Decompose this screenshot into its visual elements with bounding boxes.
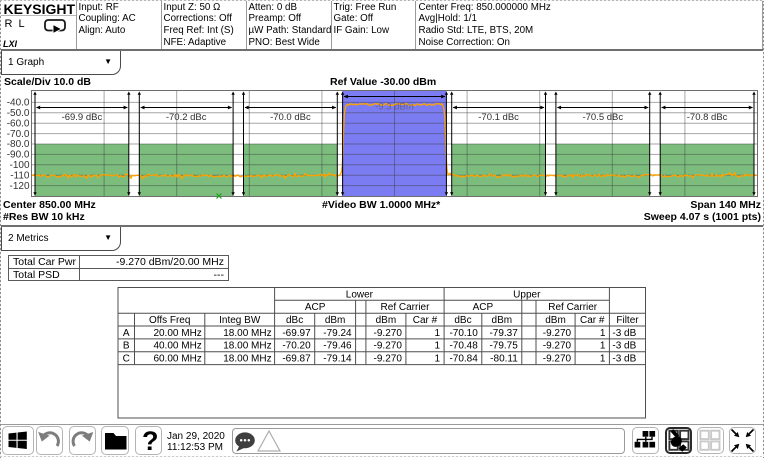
svg-text:dBc: dBc	[454, 315, 471, 326]
svg-text:Ref Carrier: Ref Carrier	[548, 302, 598, 313]
svg-text:B: B	[123, 341, 130, 352]
svg-text:1: 1	[600, 328, 606, 339]
svg-text:Lower: Lower	[346, 289, 374, 300]
svg-text:-70.84: -70.84	[449, 354, 478, 365]
svg-text:18.00 MHz: 18.00 MHz	[223, 341, 271, 352]
svg-text:-69.97: -69.97	[282, 328, 311, 339]
svg-text:-80.11: -80.11	[490, 354, 518, 365]
svg-text:-9.270: -9.270	[543, 354, 572, 365]
svg-text:18.00 MHz: 18.00 MHz	[223, 328, 271, 339]
svg-text:18.00 MHz: 18.00 MHz	[223, 354, 271, 365]
svg-text:1: 1	[600, 341, 606, 352]
svg-text:ACP: ACP	[473, 302, 494, 313]
svg-text:ACP: ACP	[305, 302, 326, 313]
svg-text:-79.37: -79.37	[489, 328, 518, 339]
svg-text:-9.270: -9.270	[374, 341, 403, 352]
svg-text:-3 dB: -3 dB	[612, 354, 636, 365]
svg-text:Integ BW: Integ BW	[219, 315, 261, 326]
svg-text:Upper: Upper	[513, 289, 541, 300]
svg-text:60.00 MHz: 60.00 MHz	[153, 354, 201, 365]
svg-text:-69.87: -69.87	[282, 354, 311, 365]
svg-text:-79.75: -79.75	[489, 341, 518, 352]
svg-text:dBm: dBm	[376, 315, 397, 326]
svg-text:dBm: dBm	[325, 315, 346, 326]
svg-text:-79.24: -79.24	[323, 328, 352, 339]
svg-text:-70.48: -70.48	[449, 341, 478, 352]
svg-text:-70.10: -70.10	[449, 328, 478, 339]
svg-text:Ref Carrier: Ref Carrier	[381, 302, 431, 313]
svg-text:-9.270: -9.270	[543, 341, 572, 352]
svg-text:-9.270: -9.270	[374, 328, 403, 339]
svg-text:1: 1	[435, 328, 441, 339]
svg-text:Car #: Car #	[580, 315, 605, 326]
svg-text:dBc: dBc	[286, 315, 303, 326]
svg-text:dBm: dBm	[545, 315, 566, 326]
svg-text:C: C	[123, 354, 130, 365]
svg-text:-70.20: -70.20	[282, 341, 311, 352]
svg-text:1: 1	[600, 354, 606, 365]
svg-text:Offs Freq: Offs Freq	[149, 315, 191, 326]
svg-text:-3 dB: -3 dB	[612, 341, 636, 352]
svg-text:A: A	[123, 328, 130, 339]
svg-text:Car #: Car #	[413, 315, 438, 326]
svg-text:20.00 MHz: 20.00 MHz	[153, 328, 201, 339]
svg-text:dBm: dBm	[492, 315, 513, 326]
svg-text:1: 1	[435, 341, 441, 352]
svg-text:1: 1	[435, 354, 441, 365]
svg-text:Filter: Filter	[616, 315, 639, 326]
svg-text:-9.270: -9.270	[543, 328, 572, 339]
svg-text:-79.14: -79.14	[323, 354, 352, 365]
svg-text:-3 dB: -3 dB	[612, 328, 636, 339]
svg-text:-9.270: -9.270	[374, 354, 403, 365]
svg-text:40.00 MHz: 40.00 MHz	[153, 341, 201, 352]
svg-text:-79.46: -79.46	[323, 341, 352, 352]
